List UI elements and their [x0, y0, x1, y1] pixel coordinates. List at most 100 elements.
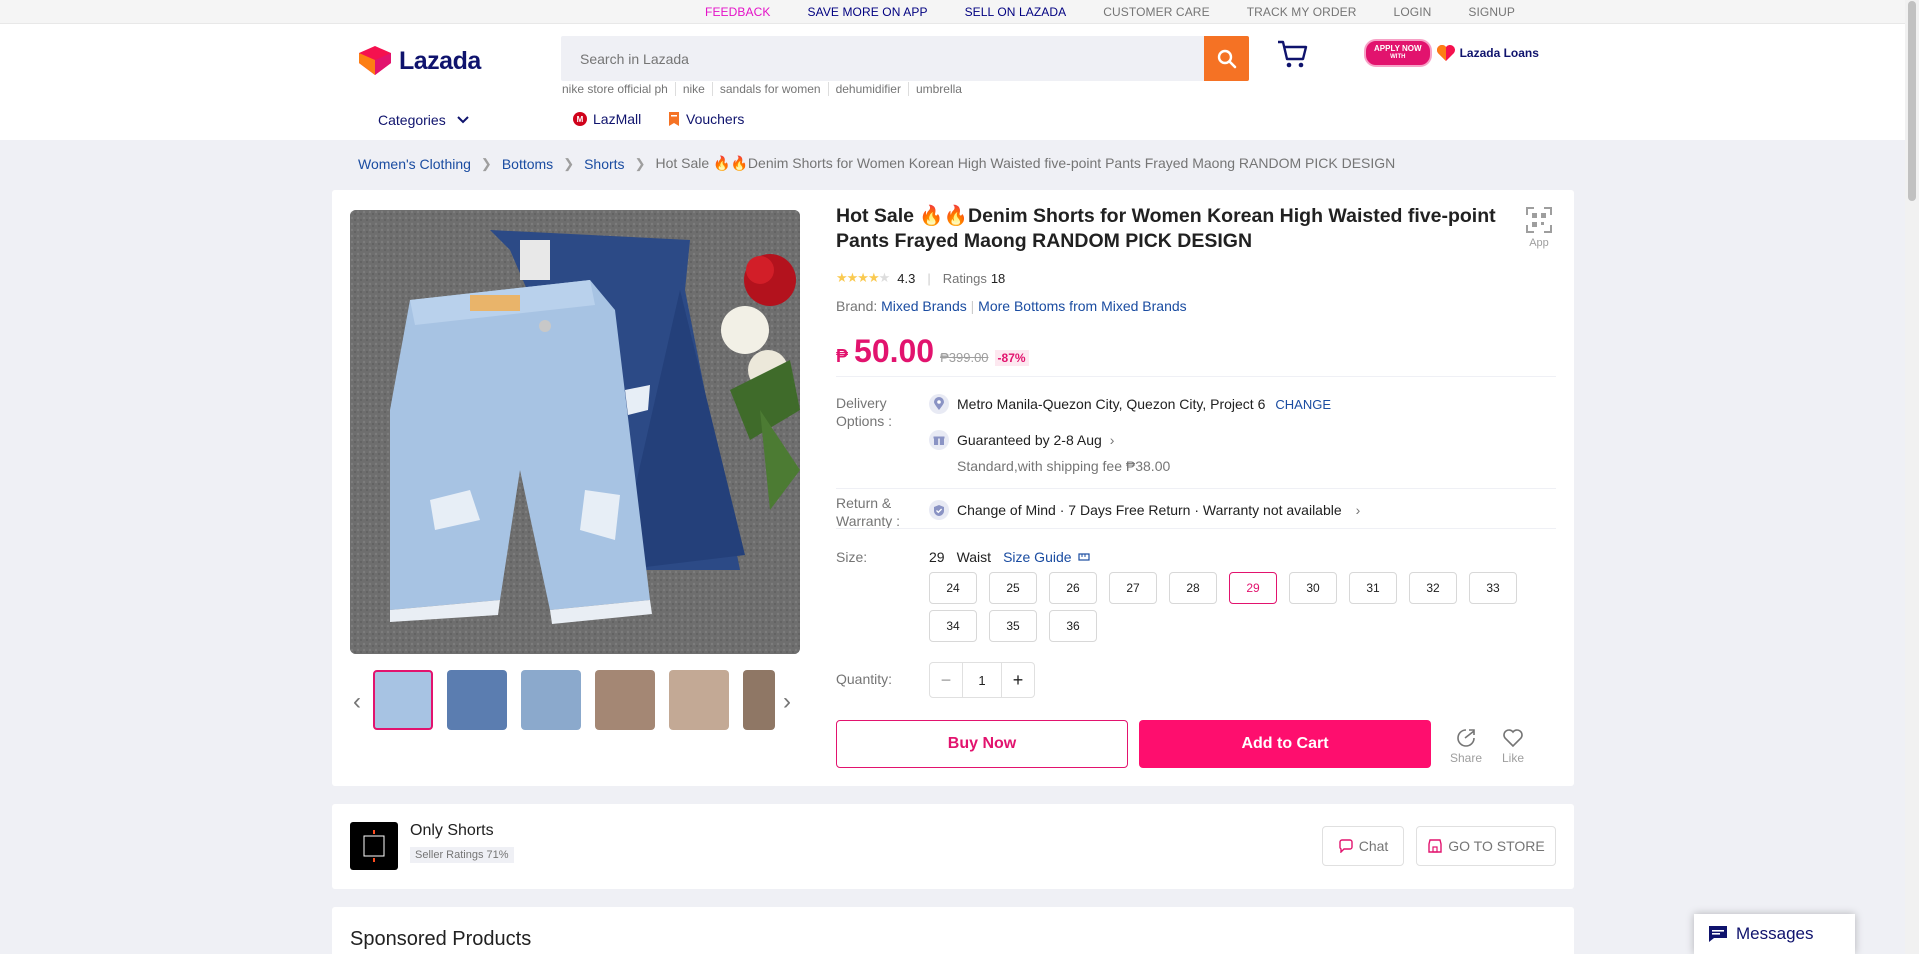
quantity-increase-button[interactable]: +: [1002, 663, 1034, 697]
suggestion-item[interactable]: umbrella: [907, 82, 969, 96]
search-input[interactable]: [561, 36, 1181, 81]
quantity-decrease-button[interactable]: −: [930, 663, 962, 697]
categories-menu[interactable]: Categories: [378, 112, 470, 128]
chevron-left-icon[interactable]: ‹: [353, 688, 361, 716]
current-price: 50.00: [854, 333, 935, 369]
breadcrumb-current: Hot Sale 🔥🔥Denim Shorts for Women Korean…: [655, 155, 1396, 171]
size-guide-link[interactable]: Size Guide: [1003, 549, 1090, 565]
change-location-link[interactable]: CHANGE: [1275, 397, 1331, 412]
login-link[interactable]: LOGIN: [1394, 5, 1432, 19]
share-icon: [1457, 729, 1475, 747]
app-qr-button[interactable]: App: [1525, 206, 1553, 249]
suggestion-item[interactable]: nike: [674, 82, 712, 96]
suggestion-item[interactable]: sandals for women: [711, 82, 828, 96]
track-order-link[interactable]: TRACK MY ORDER: [1247, 5, 1357, 19]
size-option[interactable]: 36: [1049, 610, 1097, 642]
shield-icon: [929, 500, 949, 520]
product-rating[interactable]: ★★★★ ★ 4.3 | Ratings 18: [836, 270, 1005, 286]
seller-logo[interactable]: [350, 822, 398, 870]
sell-link[interactable]: SELL ON LAZADA: [965, 5, 1067, 19]
chevron-right-icon: ❯: [563, 155, 575, 171]
ratings-label: Ratings: [942, 270, 987, 286]
suggestion-item[interactable]: dehumidifier: [827, 82, 908, 96]
breadcrumb-bottoms[interactable]: Bottoms: [502, 156, 553, 172]
messages-label: Messages: [1736, 924, 1814, 943]
thumbnail-3[interactable]: [521, 670, 581, 730]
ratings-count: 18: [990, 270, 1006, 286]
seller-name[interactable]: Only Shorts: [410, 822, 494, 840]
message-icon: [1709, 926, 1727, 942]
shipping-fee: Standard,with shipping fee ₱38.00: [957, 458, 1171, 474]
go-to-store-button[interactable]: GO TO STORE: [1416, 826, 1556, 866]
lazmall-icon: M: [573, 112, 587, 126]
thumbnail-2[interactable]: [447, 670, 507, 730]
messages-widget[interactable]: Messages: [1694, 914, 1855, 954]
loans-text: Lazada Loans: [1459, 46, 1539, 60]
signup-link[interactable]: SIGNUP: [1468, 5, 1515, 19]
size-option[interactable]: 25: [989, 572, 1037, 604]
size-option[interactable]: 35: [989, 610, 1037, 642]
half-star-icon: ★: [878, 270, 891, 285]
chevron-right-icon: ❯: [634, 155, 646, 171]
page-scrollbar[interactable]: [1905, 0, 1919, 954]
chevron-right-icon: ›: [1355, 502, 1361, 518]
size-option[interactable]: 33: [1469, 572, 1517, 604]
seller-card: Only Shorts Seller Ratings 71% Chat GO T…: [332, 804, 1574, 889]
size-selected-row: 29 Waist Size Guide: [929, 549, 1090, 565]
share-label: Share: [1450, 751, 1483, 765]
lazada-loans-banner[interactable]: APPLY NOW WITH Lazada Loans: [1364, 39, 1539, 67]
like-button[interactable]: Like: [1502, 728, 1524, 765]
size-option[interactable]: 31: [1349, 572, 1397, 604]
lazada-logo[interactable]: Lazada: [357, 46, 481, 76]
cart-button[interactable]: [1276, 38, 1310, 75]
rating-stars-icon: ★★★★: [836, 270, 880, 285]
location-text: Metro Manila-Quezon City, Quezon City, P…: [957, 396, 1266, 412]
rating-value: 4.3: [897, 270, 916, 286]
chevron-right-icon[interactable]: ›: [783, 688, 791, 716]
size-option[interactable]: 30: [1289, 572, 1337, 604]
customer-care-link[interactable]: CUSTOMER CARE: [1103, 5, 1209, 19]
buy-now-button[interactable]: Buy Now: [836, 720, 1128, 768]
brand-link[interactable]: Mixed Brands: [881, 298, 967, 314]
quantity-value[interactable]: 1: [962, 663, 1002, 697]
add-to-cart-button[interactable]: Add to Cart: [1139, 720, 1431, 768]
quantity-label: Quantity:: [836, 671, 893, 687]
size-option[interactable]: 28: [1169, 572, 1217, 604]
size-option[interactable]: 34: [929, 610, 977, 642]
thumbnail-1[interactable]: [373, 670, 433, 730]
guaranteed-delivery[interactable]: Guaranteed by 2-8 Aug ›: [929, 430, 1114, 450]
original-price: ₱399.00: [940, 350, 989, 365]
lazmall-link[interactable]: M LazMall: [572, 111, 641, 127]
thumbnail-4[interactable]: [595, 670, 655, 730]
sponsored-products-section: Sponsored Products: [332, 907, 1574, 954]
more-from-brand-link[interactable]: More Bottoms from Mixed Brands: [978, 298, 1187, 314]
feedback-link[interactable]: FEEDBACK: [705, 5, 770, 19]
cart-icon: [1278, 40, 1308, 68]
size-option-selected[interactable]: 29: [1229, 572, 1277, 604]
share-button[interactable]: Share: [1450, 728, 1482, 765]
product-card: ‹ › Hot Sale 🔥🔥Denim Shorts for Women Ko…: [332, 190, 1574, 786]
size-option[interactable]: 26: [1049, 572, 1097, 604]
size-option[interactable]: 32: [1409, 572, 1457, 604]
breadcrumb: Women's Clothing ❯ Bottoms ❯ Shorts ❯ Ho…: [358, 155, 1395, 172]
chat-button[interactable]: Chat: [1322, 826, 1404, 866]
search-button[interactable]: [1204, 36, 1249, 81]
thumbnail-5[interactable]: [669, 670, 729, 730]
location-pin-icon: [929, 394, 949, 414]
size-option[interactable]: 27: [1109, 572, 1157, 604]
size-option[interactable]: 24: [929, 572, 977, 604]
return-policy[interactable]: Change of Mind · 7 Days Free Return · Wa…: [929, 500, 1360, 520]
breadcrumb-shorts[interactable]: Shorts: [584, 156, 624, 172]
app-label: App: [1529, 237, 1549, 249]
thumbnail-6[interactable]: [743, 670, 775, 730]
top-bar: FEEDBACK SAVE MORE ON APP SELL ON LAZADA…: [0, 0, 1905, 24]
chat-icon: [1339, 839, 1353, 853]
header: Lazada nike store official ph nike sanda…: [0, 24, 1905, 140]
vouchers-label: Vouchers: [686, 111, 745, 127]
product-main-image[interactable]: [350, 210, 800, 654]
scrollbar-thumb[interactable]: [1908, 1, 1916, 201]
suggestion-item[interactable]: nike store official ph: [562, 82, 675, 96]
breadcrumb-womens-clothing[interactable]: Women's Clothing: [358, 156, 471, 172]
vouchers-link[interactable]: Vouchers: [667, 111, 744, 127]
save-more-link[interactable]: SAVE MORE ON APP: [808, 5, 928, 19]
